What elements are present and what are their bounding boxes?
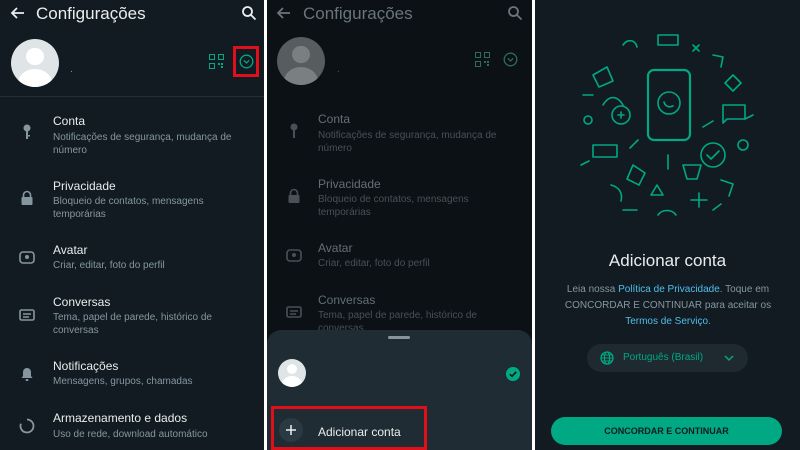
settings-item-privacidade: Privacidade Bloqueio de contatos, mensag… xyxy=(267,175,532,235)
item-subtitle: Notificações de segurança, mudança de nú… xyxy=(53,132,232,156)
add-account-title: Adicionar conta xyxy=(608,251,727,270)
notice-text: Leia nossa xyxy=(566,284,619,295)
item-title: Notificações xyxy=(53,359,119,373)
key-icon xyxy=(290,123,298,138)
settings-item-conta[interactable]: Conta Notificações de segurança, mudança… xyxy=(0,110,264,170)
item-subtitle: Bloqueio de contatos, mensagens temporár… xyxy=(318,194,469,218)
globe-icon xyxy=(600,351,614,365)
item-subtitle: Criar, editar, foto do perfil xyxy=(318,258,430,269)
agree-and-continue-button[interactable]: CONCORDAR E CONTINUAR xyxy=(551,417,782,445)
privacy-policy-link[interactable]: Política de Privacidade xyxy=(618,284,720,295)
back-arrow-icon[interactable] xyxy=(276,5,292,21)
item-title: Conta xyxy=(53,114,86,128)
item-title: Conta xyxy=(318,112,351,126)
chat-icon xyxy=(286,306,302,318)
settings-item-conversas[interactable]: Conversas Tema, papel de parede, históri… xyxy=(0,292,264,352)
profile-name: . xyxy=(337,64,340,75)
item-title: Armazenamento e dados xyxy=(53,411,188,425)
chevron-down-icon xyxy=(724,355,734,362)
divider xyxy=(0,96,264,97)
qr-code-icon[interactable] xyxy=(209,54,224,69)
profile-avatar[interactable] xyxy=(11,39,59,87)
key-icon xyxy=(23,124,31,139)
language-selector[interactable]: Português (Brasil) xyxy=(587,344,748,372)
item-subtitle: Criar, editar, foto do perfil xyxy=(53,260,165,271)
check-icon xyxy=(506,367,520,381)
search-icon[interactable] xyxy=(241,5,257,21)
settings-item-privacidade[interactable]: Privacidade Bloqueio de contatos, mensag… xyxy=(0,176,264,236)
storage-icon xyxy=(19,418,35,434)
top-app-bar: Configurações xyxy=(0,0,264,30)
screenshot: Configurações . Conta Notificações de se… xyxy=(0,0,800,450)
item-subtitle: Uso de rede, download automático xyxy=(53,429,208,440)
avatar-icon xyxy=(19,251,35,264)
settings-item-conta: Conta Notificações de segurança, mudança… xyxy=(267,110,532,170)
profile-name: . xyxy=(70,64,73,75)
item-subtitle: Mensagens, grupos, chamadas xyxy=(53,376,193,387)
language-label: Português (Brasil) xyxy=(623,352,704,363)
profile-avatar[interactable] xyxy=(277,37,325,85)
notice-text: . xyxy=(708,316,711,327)
account-switcher-screen: Configurações . Conta Notificações de se… xyxy=(267,0,532,450)
avatar-icon xyxy=(286,249,302,262)
page-title: Configurações xyxy=(36,4,146,23)
chat-icon xyxy=(19,309,35,321)
expand-account-icon[interactable] xyxy=(503,52,518,67)
item-title: Avatar xyxy=(318,241,353,255)
terms-of-service-link[interactable]: Termos de Serviço xyxy=(625,316,708,327)
account-bottom-sheet: Adicionar conta xyxy=(267,330,532,450)
doodle-illustration xyxy=(580,34,754,216)
account-avatar[interactable] xyxy=(278,359,306,387)
qr-code-icon[interactable] xyxy=(475,52,490,67)
item-title: Privacidade xyxy=(53,179,116,193)
agree-button-label: CONCORDAR E CONTINUAR xyxy=(604,426,729,436)
sheet-drag-handle[interactable] xyxy=(388,336,410,339)
item-subtitle: Tema, papel de parede, histórico de conv… xyxy=(53,312,212,336)
item-subtitle: Bloqueio de contatos, mensagens temporár… xyxy=(53,196,204,220)
item-title: Conversas xyxy=(318,293,376,307)
settings-item-avatar[interactable]: Avatar Criar, editar, foto do perfil xyxy=(0,240,264,300)
page-title: Configurações xyxy=(303,4,413,23)
item-title: Avatar xyxy=(53,243,88,257)
lock-icon xyxy=(21,190,33,205)
settings-item-armazenamento[interactable]: Armazenamento e dados Uso de rede, downl… xyxy=(0,408,264,450)
highlight-box xyxy=(233,46,259,77)
back-arrow-icon[interactable] xyxy=(10,5,26,21)
item-subtitle: Notificações de segurança, mudança de nú… xyxy=(318,130,497,154)
search-icon[interactable] xyxy=(507,5,523,21)
bell-icon xyxy=(21,368,33,381)
item-title: Privacidade xyxy=(318,177,381,191)
settings-screen: Configurações . Conta Notificações de se… xyxy=(0,0,264,450)
add-account-screen: Adicionar conta Leia nossa Política de P… xyxy=(535,0,800,450)
lock-icon xyxy=(288,188,300,203)
highlight-box xyxy=(271,406,427,450)
privacy-notice: Leia nossa Política de Privacidade. Toqu… xyxy=(553,282,783,330)
item-title: Conversas xyxy=(53,295,111,309)
top-app-bar: Configurações xyxy=(267,0,532,30)
